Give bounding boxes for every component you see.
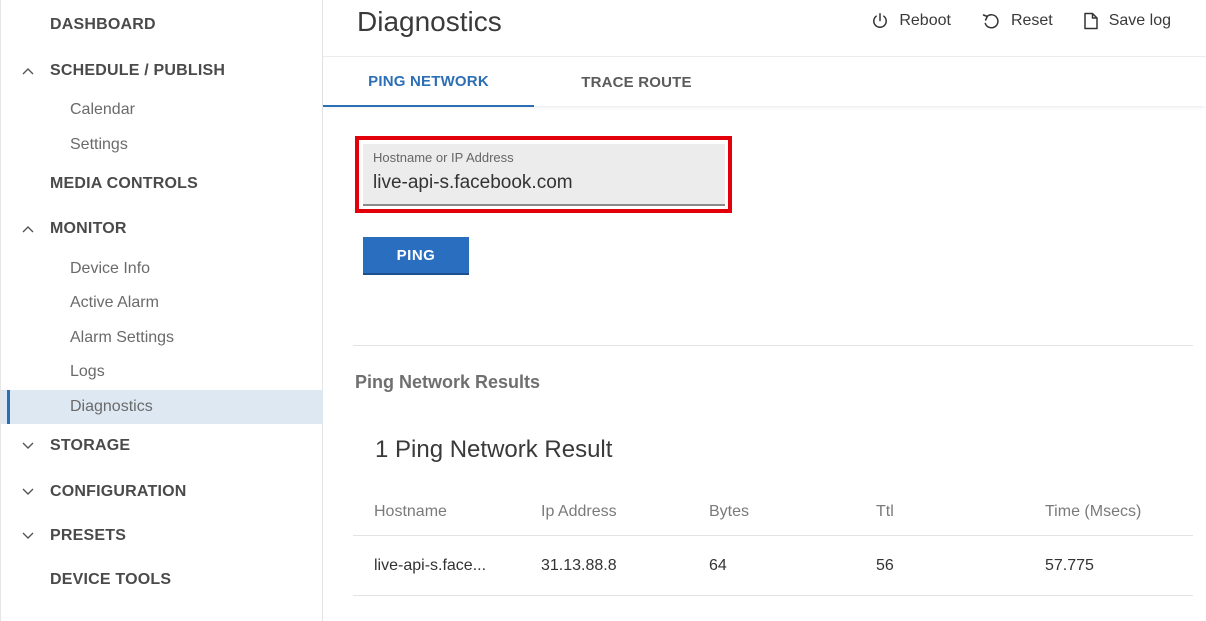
chevron-down-icon: [21, 529, 35, 543]
sidebar-item-calendar[interactable]: Calendar: [1, 93, 323, 127]
tab-bar: PING NETWORK TRACE ROUTE: [323, 56, 1206, 107]
sidebar-item-label: Alarm Settings: [70, 329, 175, 346]
sidebar-item-label: DEVICE TOOLS: [50, 571, 172, 588]
host-input[interactable]: [363, 168, 723, 198]
sidebar-item-label: Calendar: [70, 101, 135, 118]
sidebar-item-label: Device Info: [70, 260, 151, 277]
sidebar-item-dashboard[interactable]: DASHBOARD: [1, 8, 323, 42]
tab-trace-route[interactable]: TRACE ROUTE: [534, 57, 739, 107]
sidebar-item-presets[interactable]: PRESETS: [1, 519, 323, 553]
chevron-up-icon: [21, 222, 35, 236]
sidebar-item-alarm-settings[interactable]: Alarm Settings: [1, 321, 323, 355]
sidebar-item-label: Diagnostics: [70, 398, 153, 415]
tab-ping-network[interactable]: PING NETWORK: [323, 57, 534, 107]
cell-time: 57.775: [1045, 556, 1094, 574]
host-field[interactable]: Hostname or IP Address: [363, 144, 725, 206]
header-actions: Reboot Reset Save log: [871, 8, 1171, 34]
sidebar-item-diagnostics[interactable]: Diagnostics: [1, 390, 323, 424]
sidebar-item-label: Logs: [70, 363, 105, 380]
sidebar-item-label: PRESETS: [50, 527, 127, 544]
sidebar-item-monitor[interactable]: MONITOR: [1, 212, 323, 246]
divider: [353, 345, 1193, 346]
reboot-button[interactable]: Reboot: [871, 8, 951, 34]
sidebar-item-active-alarm[interactable]: Active Alarm: [1, 286, 323, 320]
sidebar-item-device-tools[interactable]: DEVICE TOOLS: [1, 563, 323, 597]
reset-icon: [981, 12, 1001, 30]
sidebar-item-logs[interactable]: Logs: [1, 355, 323, 389]
column-header-ttl[interactable]: Ttl: [876, 488, 894, 535]
sidebar: DASHBOARD SCHEDULE / PUBLISH Calendar Se…: [0, 0, 323, 621]
sidebar-item-label: SCHEDULE / PUBLISH: [50, 62, 226, 79]
ping-button[interactable]: PING: [363, 237, 469, 275]
sidebar-item-configuration[interactable]: CONFIGURATION: [1, 475, 323, 509]
table-row[interactable]: live-api-s.face... 31.13.88.8 64 56 57.7…: [353, 536, 1193, 596]
cell-bytes: 64: [709, 556, 727, 574]
sidebar-item-storage[interactable]: STORAGE: [1, 429, 323, 463]
cell-hostname: live-api-s.face...: [374, 556, 487, 574]
sidebar-item-label: DASHBOARD: [50, 16, 156, 33]
sidebar-item-label: MONITOR: [50, 220, 127, 237]
column-header-time[interactable]: Time (Msecs): [1045, 488, 1141, 535]
column-header-hostname[interactable]: Hostname: [374, 488, 447, 535]
save-log-label: Save log: [1108, 12, 1171, 29]
sidebar-item-settings[interactable]: Settings: [1, 128, 323, 162]
sidebar-item-device-info[interactable]: Device Info: [1, 252, 323, 286]
sidebar-item-media-controls[interactable]: MEDIA CONTROLS: [1, 167, 323, 201]
save-log-button[interactable]: Save log: [1083, 8, 1171, 34]
table-header-row: Hostname Ip Address Bytes Ttl Time (Msec…: [353, 488, 1193, 536]
document-icon: [1083, 12, 1099, 30]
cell-ip-address: 31.13.88.8: [541, 556, 617, 574]
chevron-down-icon: [21, 485, 35, 499]
results-count: 1 Ping Network Result: [375, 436, 613, 463]
reboot-label: Reboot: [899, 12, 951, 29]
chevron-up-icon: [21, 64, 35, 78]
sidebar-item-schedule-publish[interactable]: SCHEDULE / PUBLISH: [1, 54, 323, 88]
sidebar-item-label: Settings: [70, 136, 128, 153]
chevron-down-icon: [21, 439, 35, 453]
sidebar-item-label: Active Alarm: [70, 294, 159, 311]
column-header-ip-address[interactable]: Ip Address: [541, 488, 617, 535]
sidebar-item-label: STORAGE: [50, 437, 131, 454]
power-icon: [871, 12, 889, 30]
column-header-bytes[interactable]: Bytes: [709, 488, 749, 535]
reset-label: Reset: [1010, 12, 1053, 29]
cell-ttl: 56: [876, 556, 894, 574]
results-heading: Ping Network Results: [355, 372, 541, 392]
sidebar-item-label: MEDIA CONTROLS: [50, 175, 198, 192]
reset-button[interactable]: Reset: [981, 8, 1053, 34]
host-field-label: Hostname or IP Address: [373, 150, 514, 165]
page-title: Diagnostics: [357, 6, 502, 37]
sidebar-item-label: CONFIGURATION: [50, 483, 187, 500]
